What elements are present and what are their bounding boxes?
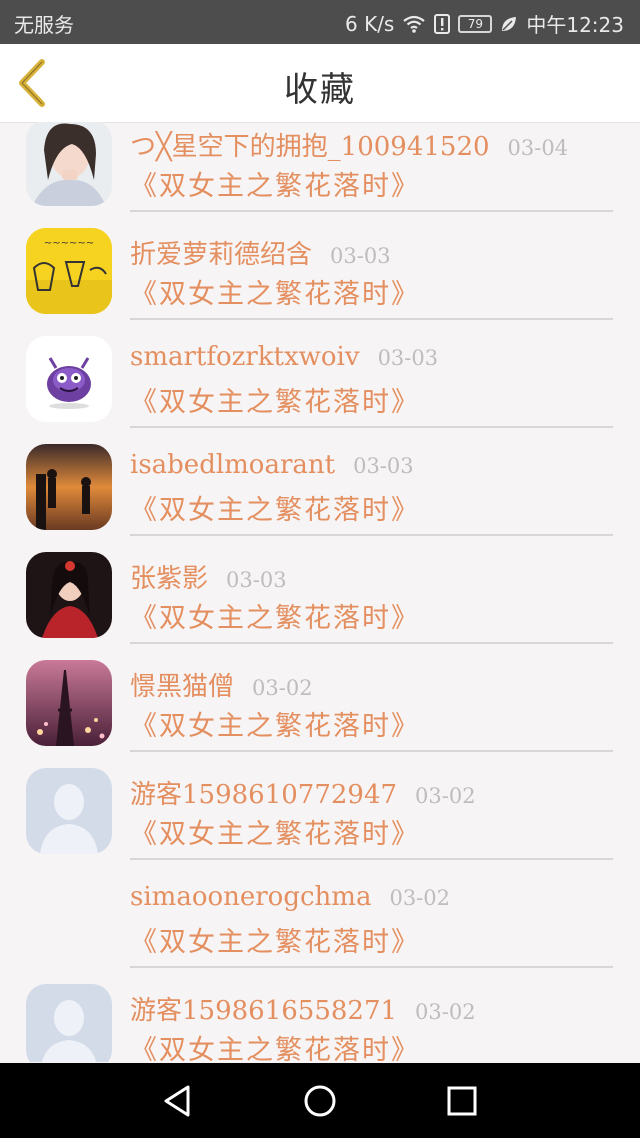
divider <box>130 534 613 536</box>
user-name: isabedlmoarant <box>130 450 336 480</box>
avatar <box>26 122 112 206</box>
system-nav-bar <box>0 1063 640 1138</box>
list-item[interactable]: つ╳星空下的拥抱_100941520 03-04 《双女主之繁花落时》 <box>0 122 640 218</box>
user-name: 张紫影 <box>130 564 209 594</box>
date: 03-02 <box>415 1000 476 1024</box>
list-item[interactable]: 游客1598616558271 03-02 《双女主之繁花落时》 <box>0 974 640 1062</box>
user-name: 折爱萝莉德绍含 <box>130 240 313 270</box>
row-name-line: 张紫影 03-03 <box>130 558 287 595</box>
novel-title[interactable]: 《双女主之繁花落时》 <box>130 596 420 635</box>
user-name: 游客1598610772947 <box>130 780 398 810</box>
app-header: 收藏 <box>0 44 640 123</box>
network-speed: 6 K/s <box>345 11 395 36</box>
default-avatar-icon <box>26 768 112 854</box>
date: 03-04 <box>507 136 569 160</box>
date: 03-03 <box>226 568 287 592</box>
list-item[interactable]: ~~~~~~ 折爱萝莉德绍含 03-03 《双女主之繁花落时》 <box>0 218 640 326</box>
divider <box>130 318 613 320</box>
battery-icon: 79 <box>458 14 493 33</box>
clock: 中午12:23 <box>526 13 624 37</box>
avatar <box>26 660 112 746</box>
user-name: 憬黑猫僧 <box>130 672 235 702</box>
avatar <box>26 336 112 422</box>
user-name: 游客1598616558271 <box>130 996 398 1026</box>
row-name-line: 游客1598610772947 03-02 <box>130 774 476 811</box>
avatar: ~~~~~~ <box>26 228 112 314</box>
row-name-line: つ╳星空下的拥抱_100941520 03-04 <box>130 126 568 163</box>
user-name: つ╳星空下的拥抱_100941520 <box>130 132 490 162</box>
novel-title[interactable]: 《双女主之繁花落时》 <box>130 380 420 419</box>
wifi-icon <box>402 14 426 34</box>
row-name-line: isabedlmoarant 03-03 <box>130 450 414 480</box>
row-name-line: 折爱萝莉德绍含 03-03 <box>130 234 391 271</box>
divider <box>130 210 613 212</box>
divider <box>130 642 613 644</box>
novel-title[interactable]: 《双女主之繁花落时》 <box>130 704 420 743</box>
novel-title[interactable]: 《双女主之繁花落时》 <box>130 1028 420 1062</box>
divider <box>130 966 613 968</box>
divider <box>130 858 613 860</box>
list-item[interactable]: simaoonerogchma 03-02 《双女主之繁花落时》 <box>0 866 640 974</box>
battery-level: 79 <box>467 16 483 31</box>
novel-title[interactable]: 《双女主之繁花落时》 <box>130 488 420 527</box>
row-name-line: 憬黑猫僧 03-02 <box>130 666 313 703</box>
list-item[interactable]: smartfozrktxwoiv 03-03 《双女主之繁花落时》 <box>0 326 640 434</box>
triangle-back-icon <box>164 1085 190 1117</box>
avatar <box>26 444 112 530</box>
page-title: 收藏 <box>284 70 356 110</box>
avatar <box>26 552 112 638</box>
nav-back-button[interactable] <box>160 1083 196 1119</box>
list-item[interactable]: 憬黑猫僧 03-02 《双女主之繁花落时》 <box>0 650 640 758</box>
user-name: smartfozrktxwoiv <box>130 342 360 372</box>
novel-title[interactable]: 《双女主之繁花落时》 <box>130 164 420 203</box>
date: 03-03 <box>330 244 391 268</box>
nav-home-button[interactable] <box>302 1083 338 1119</box>
carrier-label: 无服务 <box>14 13 74 37</box>
divider <box>130 426 613 428</box>
leaf-icon <box>500 15 518 33</box>
circle-home-icon <box>304 1085 336 1117</box>
row-name-line: simaoonerogchma 03-02 <box>130 882 450 912</box>
default-avatar-icon <box>26 984 112 1062</box>
list-item[interactable]: 游客1598610772947 03-02 《双女主之繁花落时》 <box>0 758 640 866</box>
list-item[interactable]: isabedlmoarant 03-03 《双女主之繁花落时》 <box>0 434 640 542</box>
date: 03-03 <box>353 454 414 478</box>
row-name-line: 游客1598616558271 03-02 <box>130 990 476 1027</box>
date: 03-03 <box>377 346 439 370</box>
user-name: simaoonerogchma <box>130 882 372 912</box>
favorites-list: つ╳星空下的拥抱_100941520 03-04 《双女主之繁花落时》 ~~~~~… <box>0 122 640 1062</box>
divider <box>130 750 613 752</box>
novel-title[interactable]: 《双女主之繁花落时》 <box>130 920 420 959</box>
row-name-line: smartfozrktxwoiv 03-03 <box>130 342 438 372</box>
date: 03-02 <box>252 676 313 700</box>
novel-title[interactable]: 《双女主之繁花落时》 <box>130 812 420 851</box>
sim-alert-icon <box>434 13 451 34</box>
date: 03-02 <box>415 784 476 808</box>
novel-title[interactable]: 《双女主之繁花落时》 <box>130 272 420 311</box>
nav-recents-button[interactable] <box>444 1083 480 1119</box>
date: 03-02 <box>389 886 450 910</box>
svg-text:~~~~~~: ~~~~~~ <box>44 238 94 249</box>
list-item[interactable]: 张紫影 03-03 《双女主之繁花落时》 <box>0 542 640 650</box>
square-recents-icon <box>447 1086 477 1116</box>
status-icons: 6 K/s 79 中午12:23 <box>345 9 624 38</box>
status-bar: 无服务 6 K/s 79 中午12:23 <box>0 0 640 44</box>
